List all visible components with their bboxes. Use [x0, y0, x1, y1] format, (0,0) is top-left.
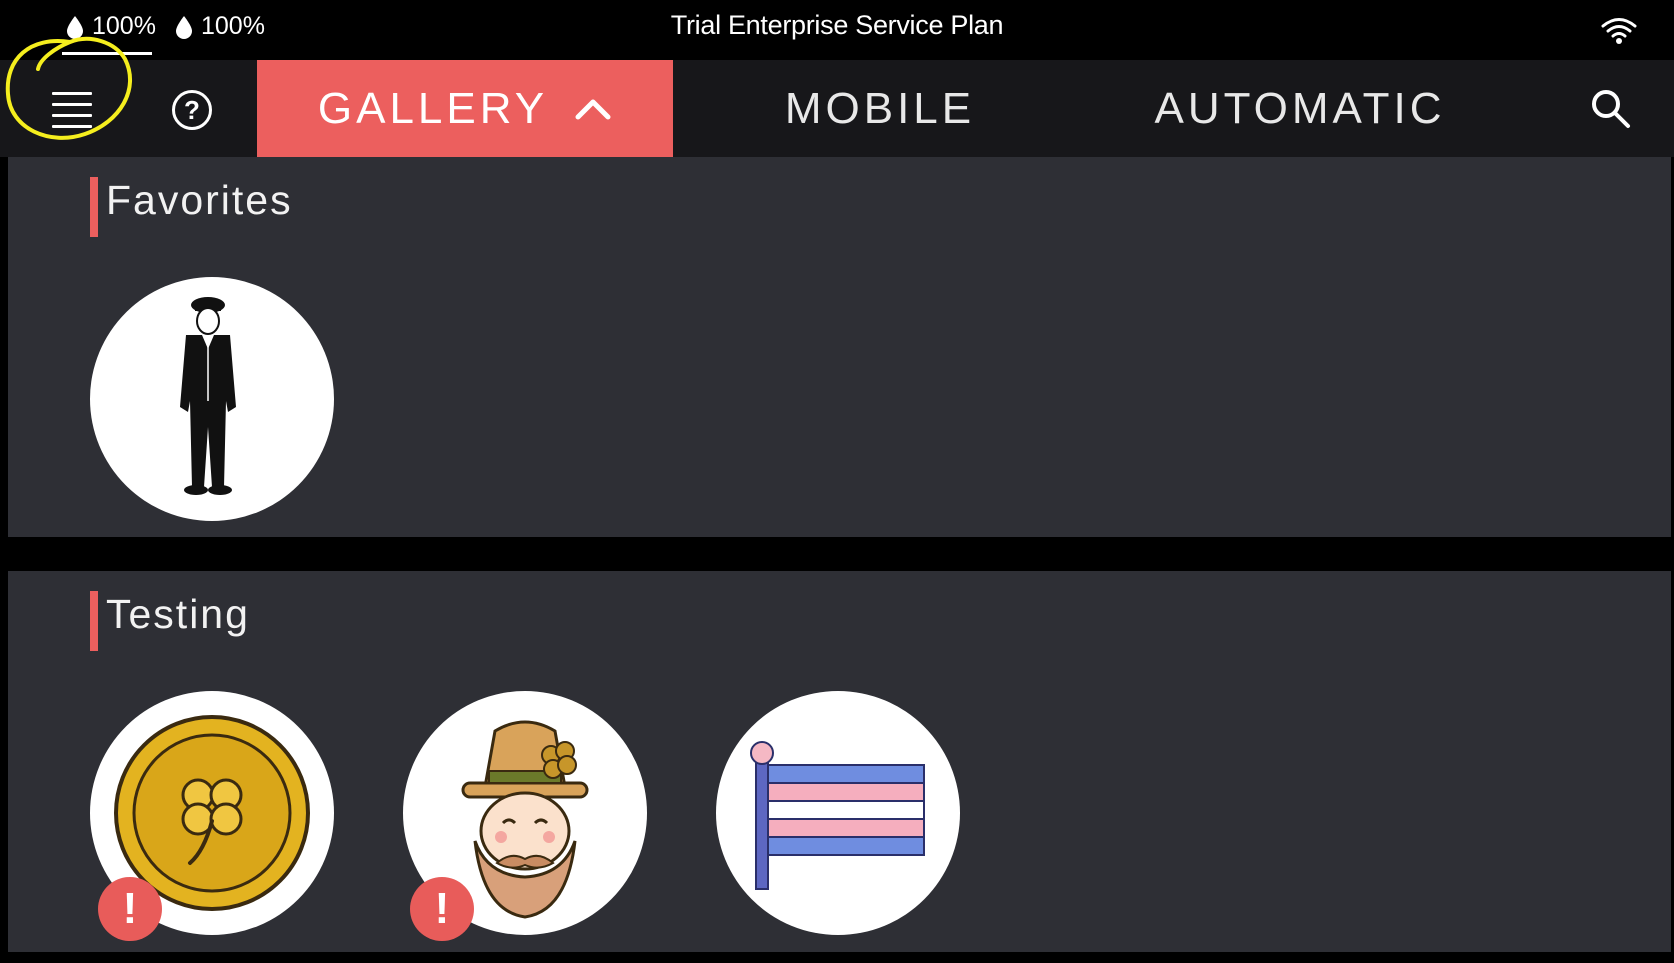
plan-title: Trial Enterprise Service Plan [670, 10, 1004, 40]
transgender-flag-icon [750, 741, 925, 890]
tab-mobile-label: MOBILE [784, 83, 976, 133]
help-circle-icon[interactable]: ? [172, 90, 212, 130]
section-testing: Testing ! ! [8, 571, 1671, 952]
section-accent-bar [90, 177, 98, 237]
battery-underline [62, 52, 152, 55]
wifi-icon [1601, 18, 1637, 44]
alert-badge[interactable]: ! [98, 877, 162, 941]
gallery-item-pilot[interactable] [90, 277, 334, 521]
top-navigation: ? GALLERY MOBILE AUTOMATIC [0, 60, 1674, 157]
tab-gallery[interactable]: GALLERY [257, 60, 673, 157]
section-favorites: Favorites [8, 157, 1671, 537]
search-icon[interactable] [1588, 86, 1632, 130]
tab-gallery-label: GALLERY [317, 83, 549, 133]
section-title: Favorites [106, 177, 293, 223]
alert-badge[interactable]: ! [410, 877, 474, 941]
tab-automatic-label: AUTOMATIC [1154, 83, 1446, 133]
gallery-item-flag[interactable] [716, 691, 960, 935]
tab-mobile[interactable]: MOBILE [760, 60, 1000, 157]
hamburger-menu-icon[interactable] [48, 84, 96, 132]
chevron-up-icon [575, 99, 611, 119]
tab-automatic[interactable]: AUTOMATIC [1140, 60, 1460, 157]
status-bar: 100% 100% Trial Enterprise Service Plan [0, 0, 1674, 60]
pilot-figure-icon [180, 297, 236, 495]
section-title: Testing [106, 591, 250, 637]
app-frame: 100% 100% Trial Enterprise Service Plan … [0, 0, 1674, 963]
section-accent-bar [90, 591, 98, 651]
